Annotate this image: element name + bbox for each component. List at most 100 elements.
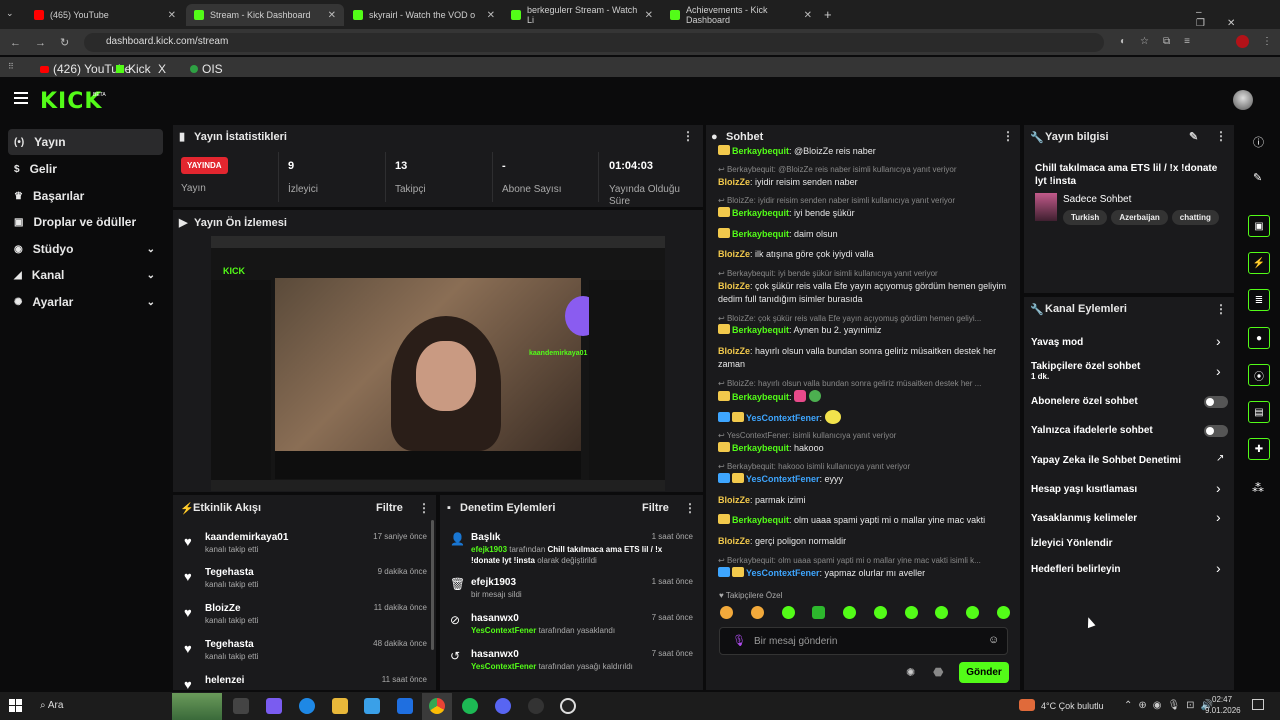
chat-input-box[interactable]: 🎙 Bir mesaj gönderin ☺ [719, 627, 1008, 655]
close-icon[interactable]: ✕ [168, 10, 176, 21]
clock-time[interactable]: 02:47 [1212, 695, 1232, 704]
store-icon[interactable] [364, 698, 380, 714]
category-name[interactable]: Sadece Sohbet [1063, 194, 1131, 205]
task-view-icon[interactable] [233, 698, 249, 714]
tab-achievements[interactable]: Achievements - Kick Dashboard ✕ [662, 4, 820, 26]
channel-actions-menu-icon[interactable]: ⋮ [1215, 302, 1227, 316]
action-slow-mode[interactable]: Yavaş mod [1031, 337, 1231, 348]
emote-icon[interactable] [812, 606, 826, 619]
emote-icon[interactable] [781, 606, 795, 619]
rail-qr-button[interactable]: ▣ [1248, 215, 1270, 237]
emote-bar[interactable] [720, 606, 1010, 621]
spotify-icon[interactable] [462, 698, 478, 714]
emote-icon[interactable] [996, 606, 1010, 619]
sidebar-item-studyo[interactable]: ◉ Stüdyo ⌄ [8, 236, 163, 262]
rail-moderation-button[interactable]: ▤ [1248, 401, 1270, 423]
moderation-menu-icon[interactable]: ⋮ [684, 501, 696, 515]
taskbar-search[interactable]: ⌕ Ara [40, 700, 63, 711]
microphone-icon[interactable]: 🎙 [732, 634, 746, 647]
activity-menu-icon[interactable]: ⋮ [418, 501, 430, 515]
moderation-filter-button[interactable]: Filtre [642, 502, 669, 514]
sidebar-item-basarilar[interactable]: ♛ Başarılar [8, 183, 163, 209]
sidebar-item-yayin[interactable]: (•) Yayın [8, 129, 163, 155]
chevron-right-icon[interactable]: › [1216, 509, 1221, 525]
bookmark-x[interactable]: X [158, 62, 166, 76]
tab-youtube[interactable]: (465) YouTube ✕ [26, 4, 184, 26]
emote-icon[interactable] [843, 606, 857, 619]
sidebar-item-ayarlar[interactable]: ✺ Ayarlar ⌄ [8, 289, 163, 315]
chevron-right-icon[interactable]: › [1216, 363, 1221, 379]
emote-icon[interactable] [720, 606, 733, 619]
tag-chip[interactable]: chatting [1171, 210, 1219, 225]
tag-chip[interactable]: Azerbaijan [1111, 210, 1168, 225]
info-icon[interactable]: ⓘ [1253, 134, 1264, 150]
obs-icon[interactable] [528, 698, 544, 714]
discord-icon[interactable] [495, 698, 511, 714]
weather-text[interactable]: 4°C Çok bulutlu [1041, 701, 1104, 711]
notification-icon[interactable] [1252, 699, 1264, 710]
menu-icon[interactable]: ⋮ [1262, 36, 1272, 47]
chevron-right-icon[interactable]: › [1216, 480, 1221, 496]
chat-settings-gear-icon[interactable]: ✺ [906, 666, 915, 679]
close-icon[interactable]: ✕ [804, 10, 812, 21]
url-input[interactable]: dashboard.kick.com/stream [84, 33, 1104, 52]
apps-icon[interactable]: ⠿ [8, 62, 14, 71]
rail-bolt-button[interactable]: ⚡ [1248, 252, 1270, 274]
sidebar-item-droplar[interactable]: ▣ Droplar ve ödüller [8, 209, 163, 235]
stream-preview-video[interactable]: KICK kaandemirkaya01 is now following! [211, 236, 665, 491]
new-tab-button[interactable]: + [824, 7, 832, 22]
app-icon[interactable] [560, 698, 576, 714]
action-goals[interactable]: Hedefleri belirleyin [1031, 564, 1231, 575]
rail-wrench-button[interactable]: ✚ [1248, 438, 1270, 460]
emote-icon[interactable] [873, 606, 887, 619]
tab-kick-dashboard[interactable]: Stream - Kick Dashboard ✕ [186, 4, 344, 26]
copilot-icon[interactable] [266, 698, 282, 714]
layout-icon[interactable]: ⁂ [1252, 481, 1264, 495]
emote-icon[interactable] [904, 606, 918, 619]
user-avatar[interactable] [1233, 90, 1253, 110]
emoji-picker-icon[interactable]: ☺ [988, 634, 999, 646]
chrome-icon[interactable] [429, 698, 445, 714]
send-button[interactable]: Gönder [959, 662, 1009, 683]
external-link-icon[interactable]: ↗ [1216, 453, 1224, 464]
stream-info-menu-icon[interactable]: ⋮ [1215, 129, 1227, 143]
activity-filter-button[interactable]: Filtre [376, 502, 403, 514]
action-banned-words[interactable]: Yasaklanmış kelimeler [1031, 513, 1231, 524]
edge-icon[interactable] [299, 698, 315, 714]
kick-bot-icon[interactable]: ⬣ [933, 665, 943, 679]
activity-scrollbar[interactable] [431, 520, 434, 650]
window-controls[interactable]: –❐✕ [1196, 7, 1280, 29]
hamburger-menu-icon[interactable] [14, 92, 28, 104]
stats-menu-icon[interactable]: ⋮ [682, 129, 694, 143]
bookmark-ois[interactable]: OIS [190, 62, 223, 76]
sidebar-item-kanal[interactable]: ◢ Kanal ⌄ [8, 262, 163, 288]
emote-icon[interactable] [750, 606, 764, 619]
chat-input-placeholder[interactable]: Bir mesaj gönderin [754, 636, 837, 647]
nav-buttons[interactable]: ←→↻ [10, 36, 83, 49]
category-thumbnail[interactable] [1035, 193, 1057, 221]
close-icon[interactable]: ✕ [328, 10, 336, 21]
browser-toolbar-icons[interactable]: ◐☆⧉≡ [1120, 36, 1204, 47]
action-followers-only[interactable]: Takipçilere özel sohbet [1031, 361, 1231, 372]
action-raid[interactable]: İzleyici Yönlendir [1031, 538, 1231, 549]
mail-icon[interactable] [397, 698, 413, 714]
subscribers-only-toggle[interactable] [1204, 396, 1228, 408]
bookmark-kick[interactable]: Kick [116, 62, 151, 76]
emotes-only-toggle[interactable] [1204, 425, 1228, 437]
chevron-right-icon[interactable]: › [1216, 333, 1221, 349]
tab-list-button[interactable]: ⌄ [6, 8, 14, 19]
chat-menu-icon[interactable]: ⋮ [1002, 129, 1014, 143]
tag-chip[interactable]: Turkish [1063, 210, 1108, 225]
clock-date[interactable]: 9.01.2026 [1205, 706, 1241, 715]
chevron-right-icon[interactable]: › [1216, 560, 1221, 576]
sidebar-item-gelir[interactable]: $ Gelir [8, 156, 163, 182]
windows-start-icon[interactable] [9, 699, 22, 712]
edit-pencil-icon[interactable]: ✎ [1189, 130, 1198, 143]
emote-icon[interactable] [966, 606, 980, 619]
tab-skyrairl[interactable]: skyrairl - Watch the VOD o ✕ [345, 4, 503, 26]
pencil-icon[interactable]: ✎ [1253, 171, 1262, 184]
action-ai-moderation[interactable]: Yapay Zeka ile Sohbet Denetimi [1031, 455, 1231, 466]
rail-chat-button[interactable]: ● [1248, 327, 1270, 349]
tab-berkegulerr[interactable]: berkegulerr Stream - Watch Li ✕ [503, 4, 661, 26]
rail-list-button[interactable]: ≣ [1248, 289, 1270, 311]
